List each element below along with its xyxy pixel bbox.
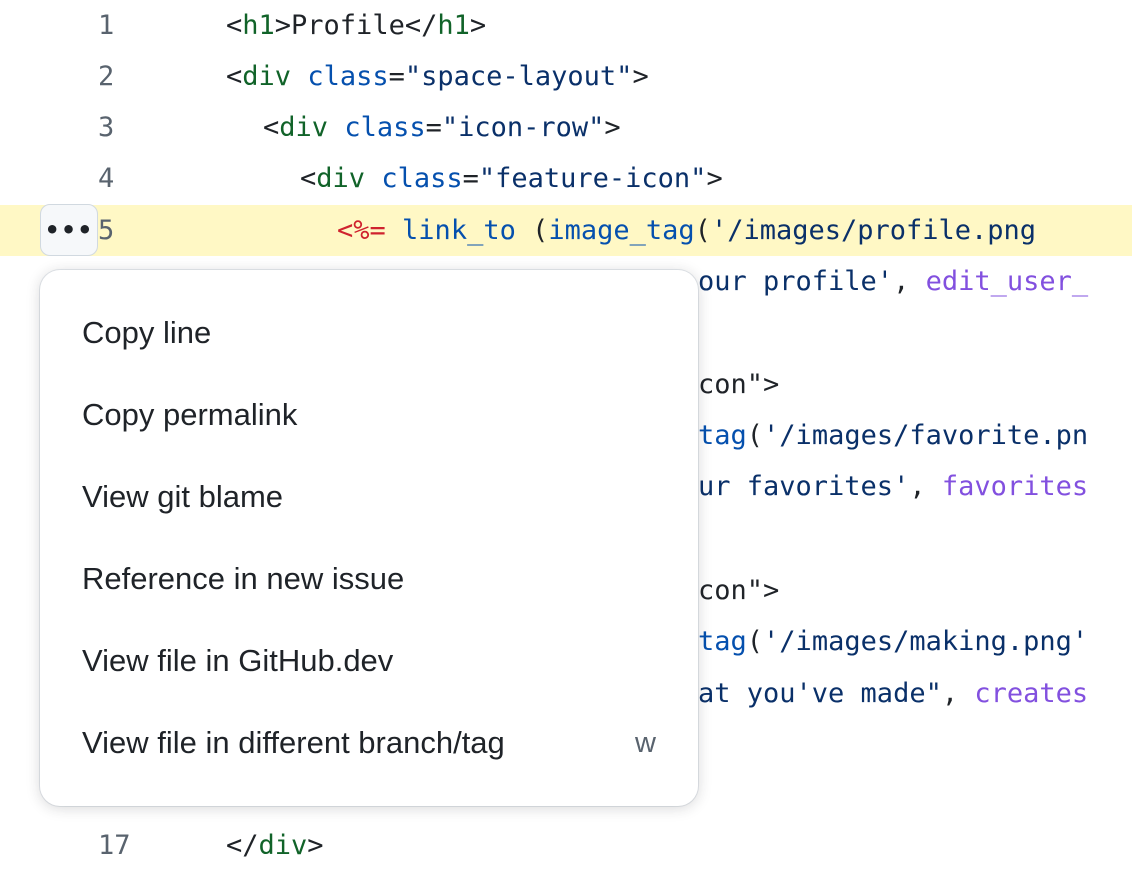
code-token: <%= [337,215,386,246]
line-number[interactable]: 2 [98,51,146,102]
code-token: ( [515,215,549,246]
line-number[interactable]: 5 [98,205,146,256]
menu-item-label: Copy line [82,315,212,350]
code-token: ur favorites' [698,471,910,502]
code-token: >Profile</ [274,10,438,41]
code-text: con"> [698,359,779,410]
line-context-menu: Copy line Copy permalink View git blame … [40,270,698,806]
line-actions-button[interactable]: ••• [40,204,98,256]
code-line: 2 <div class="space-layout"> [0,51,1132,102]
code-token: > [706,163,723,194]
code-token: class [381,163,463,194]
menu-item-label: View file in different branch/tag [82,725,505,760]
code-token: ( [746,420,764,451]
code-token: link_to [402,215,516,246]
code-text: ur favorites', favorites [698,461,1088,512]
code-token: div [258,830,308,861]
code-line: 1 <h1>Profile</h1> [0,0,1132,51]
code-text: <div class="space-layout"> [226,51,649,102]
menu-item-reference-in-new-issue[interactable]: Reference in new issue [40,538,698,620]
code-token: favorites [941,471,1089,502]
code-token: at you've made" [698,678,942,709]
menu-item-label: Reference in new issue [82,561,405,596]
code-line: 3 <div class="icon-row"> [0,102,1132,153]
code-text: tag('/images/favorite.pn [698,410,1088,461]
code-token: ( [694,215,711,246]
code-token: < [263,112,280,143]
menu-item-label: Copy permalink [82,397,298,432]
code-token: < [226,61,243,92]
menu-item-copy-permalink[interactable]: Copy permalink [40,374,698,456]
code-token: class [307,61,389,92]
code-text: tag('/images/making.png' [698,616,1088,667]
code-token: , [893,266,926,297]
line-number[interactable]: 3 [98,102,146,153]
code-token: , [909,471,942,502]
code-token: tag [698,626,747,657]
code-token: "feature-icon" [478,163,707,194]
code-text: our profile', edit_user_ [698,256,1088,307]
line-number[interactable]: 4 [98,153,146,204]
code-token: < [300,163,317,194]
code-token: image_tag [548,215,695,246]
code-text: <h1>Profile</h1> [226,0,486,51]
menu-item-view-git-blame[interactable]: View git blame [40,456,698,538]
code-token: = [425,112,442,143]
code-token: div [316,163,366,194]
code-token: edit_user_ [925,266,1089,297]
code-token: "icon-row" [441,112,605,143]
code-token: = [388,61,405,92]
code-text: </div> [226,820,324,871]
code-token: = [462,163,479,194]
code-token: < [226,10,243,41]
menu-item-label: View git blame [82,479,284,514]
code-token: h1 [242,10,275,41]
code-token: > [604,112,621,143]
code-token: div [279,112,329,143]
code-token: > [469,10,487,41]
code-token: class [344,112,426,143]
code-token: div [242,61,292,92]
code-text: <div class="feature-icon"> [300,153,723,204]
code-token: "space-layout" [404,61,633,92]
code-token: tag [698,420,747,451]
line-number[interactable]: 17 [98,820,146,871]
code-token: ( [746,626,764,657]
code-text: con"> [698,565,779,616]
code-token: > [307,830,324,861]
code-token: , [941,678,975,709]
code-line-highlighted: 5 <%= link_to (image_tag('/images/profil… [0,205,1132,256]
code-text: at you've made", creates [698,668,1088,719]
menu-item-view-file-in-github-dev[interactable]: View file in GitHub.dev [40,620,698,702]
code-token: > [632,61,649,92]
code-token: con"> [698,369,780,400]
code-text: <%= link_to (image_tag('/images/profile.… [337,205,1036,256]
code-line: 17 </div> [0,820,1132,871]
code-token: '/images/making.png' [763,626,1089,657]
code-token: </ [226,830,259,861]
code-token: creates [974,678,1089,709]
code-text: <div class="icon-row"> [263,102,621,153]
line-number[interactable]: 1 [98,0,146,51]
code-line: 4 <div class="feature-icon"> [0,153,1132,204]
code-token: '/images/profile.png [710,215,1037,246]
code-token: con"> [698,575,780,606]
keyboard-shortcut-hint: w [635,726,656,759]
code-token: '/images/favorite.pn [763,420,1089,451]
menu-item-copy-line[interactable]: Copy line [40,292,698,374]
code-token: h1 [437,10,470,41]
menu-item-label: View file in GitHub.dev [82,643,394,678]
menu-item-view-file-in-different-branch[interactable]: View file in different branch/tag w [40,702,698,784]
kebab-horizontal-icon: ••• [44,216,94,244]
code-token: our profile' [698,266,894,297]
